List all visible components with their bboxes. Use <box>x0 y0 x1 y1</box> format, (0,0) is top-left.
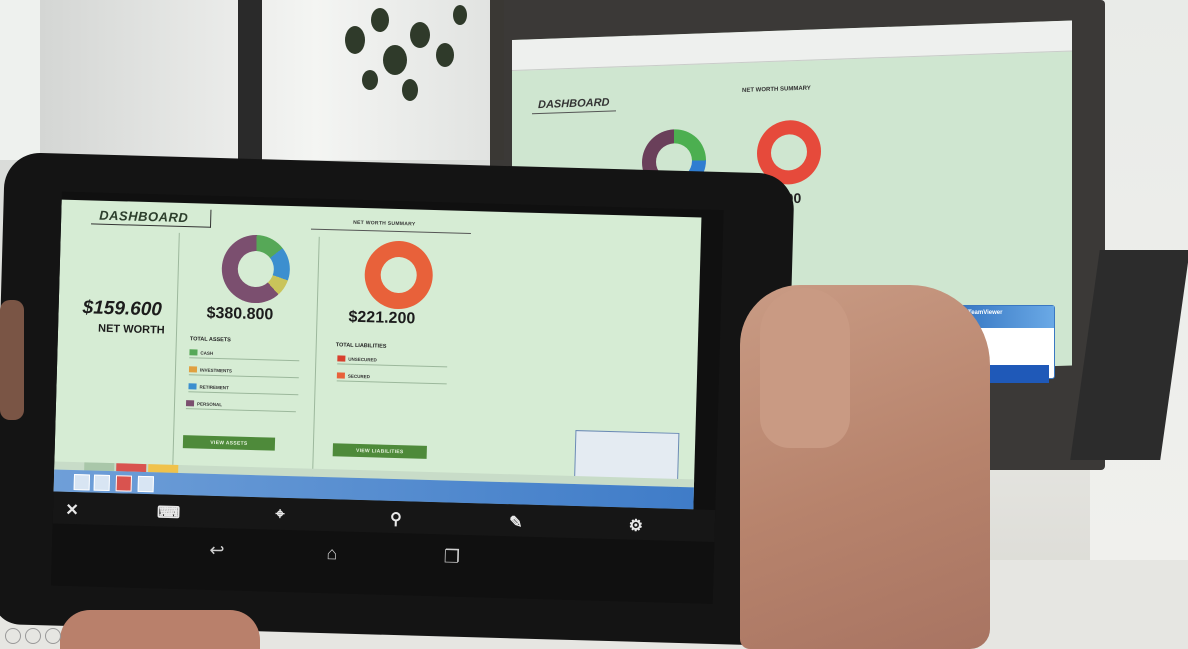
assets-donut <box>220 234 291 304</box>
close-icon[interactable]: ✕ <box>61 500 84 521</box>
swatch <box>189 349 198 356</box>
asset-item-retirement: RETIREMENT <box>188 383 299 396</box>
taskbar-app-icon[interactable] <box>137 475 155 493</box>
liability-label: UNSECURED <box>348 356 377 362</box>
mouse-icon[interactable]: ⌖ <box>269 506 291 525</box>
search-icon[interactable]: ⚲ <box>385 509 408 530</box>
dashboard-app: DASHBOARD NET WORTH SUMMARY $159.600 NET… <box>53 199 702 510</box>
liability-item-unsecured: UNSECURED <box>337 355 448 368</box>
plant <box>345 5 467 101</box>
summary-label: NET WORTH SUMMARY <box>353 219 416 228</box>
home-icon[interactable]: ⌂ <box>317 543 348 565</box>
window-frame <box>490 0 504 160</box>
wall <box>0 0 40 160</box>
asset-label: RETIREMENT <box>199 384 229 390</box>
net-worth-label: NET WORTH <box>97 322 165 337</box>
view-assets-button[interactable]: VIEW ASSETS <box>182 435 276 451</box>
swatch <box>336 372 345 379</box>
gear-icon[interactable]: ⚙ <box>625 515 648 536</box>
swatch <box>185 400 195 407</box>
liability-label: SECURED <box>347 373 370 379</box>
back-icon[interactable]: ↩ <box>202 540 233 562</box>
recent-apps-icon[interactable]: ❐ <box>437 546 468 568</box>
divider <box>310 228 471 235</box>
swatch <box>337 355 346 362</box>
control-icon[interactable] <box>25 628 41 644</box>
total-assets-value: $380.800 <box>206 304 274 324</box>
swatch <box>188 383 197 390</box>
liability-item-secured: SECURED <box>336 372 447 385</box>
dashboard-title: DASHBOARD <box>91 206 212 228</box>
tablet-screen: DASHBOARD NET WORTH SUMMARY $159.600 NET… <box>50 191 724 604</box>
hand <box>60 610 260 649</box>
total-liabilities-value: $221.200 <box>348 308 416 328</box>
asset-item-investments: INVESTMENTS <box>188 366 300 379</box>
tablet: DASHBOARD NET WORTH SUMMARY $159.600 NET… <box>0 152 795 646</box>
keyboard-icon[interactable]: ⌨ <box>157 502 181 523</box>
asset-label: PERSONAL <box>196 400 223 407</box>
asset-label: CASH <box>200 350 214 356</box>
asset-label: INVESTMENTS <box>199 367 233 373</box>
total-assets-heading: TOTAL ASSETS <box>189 336 231 344</box>
window-frame <box>238 0 262 160</box>
finger <box>0 300 24 420</box>
total-liabilities-heading: TOTAL LIABILITIES <box>335 342 387 350</box>
net-worth-value: $159.600 <box>82 297 163 321</box>
taskbar-app-icon[interactable] <box>115 475 133 492</box>
summary-label: NET WORTH SUMMARY <box>742 85 811 94</box>
taskbar-app-icon[interactable] <box>93 474 111 492</box>
player-controls <box>5 628 61 644</box>
divider <box>312 236 320 477</box>
control-icon[interactable] <box>45 628 61 644</box>
control-icon[interactable] <box>5 628 21 644</box>
asset-item-personal: PERSONAL <box>185 400 297 413</box>
swatch <box>188 366 198 373</box>
asset-item-cash: CASH <box>189 349 300 362</box>
wrench-icon[interactable]: ✎ <box>505 512 528 533</box>
liabilities-donut <box>363 240 434 310</box>
taskbar-app-icon[interactable] <box>73 474 91 491</box>
thumb <box>760 288 850 448</box>
view-liabilities-button[interactable]: VIEW LIABILITIES <box>332 443 427 459</box>
dashboard-title: DASHBOARD <box>532 94 616 115</box>
divider <box>172 232 180 473</box>
